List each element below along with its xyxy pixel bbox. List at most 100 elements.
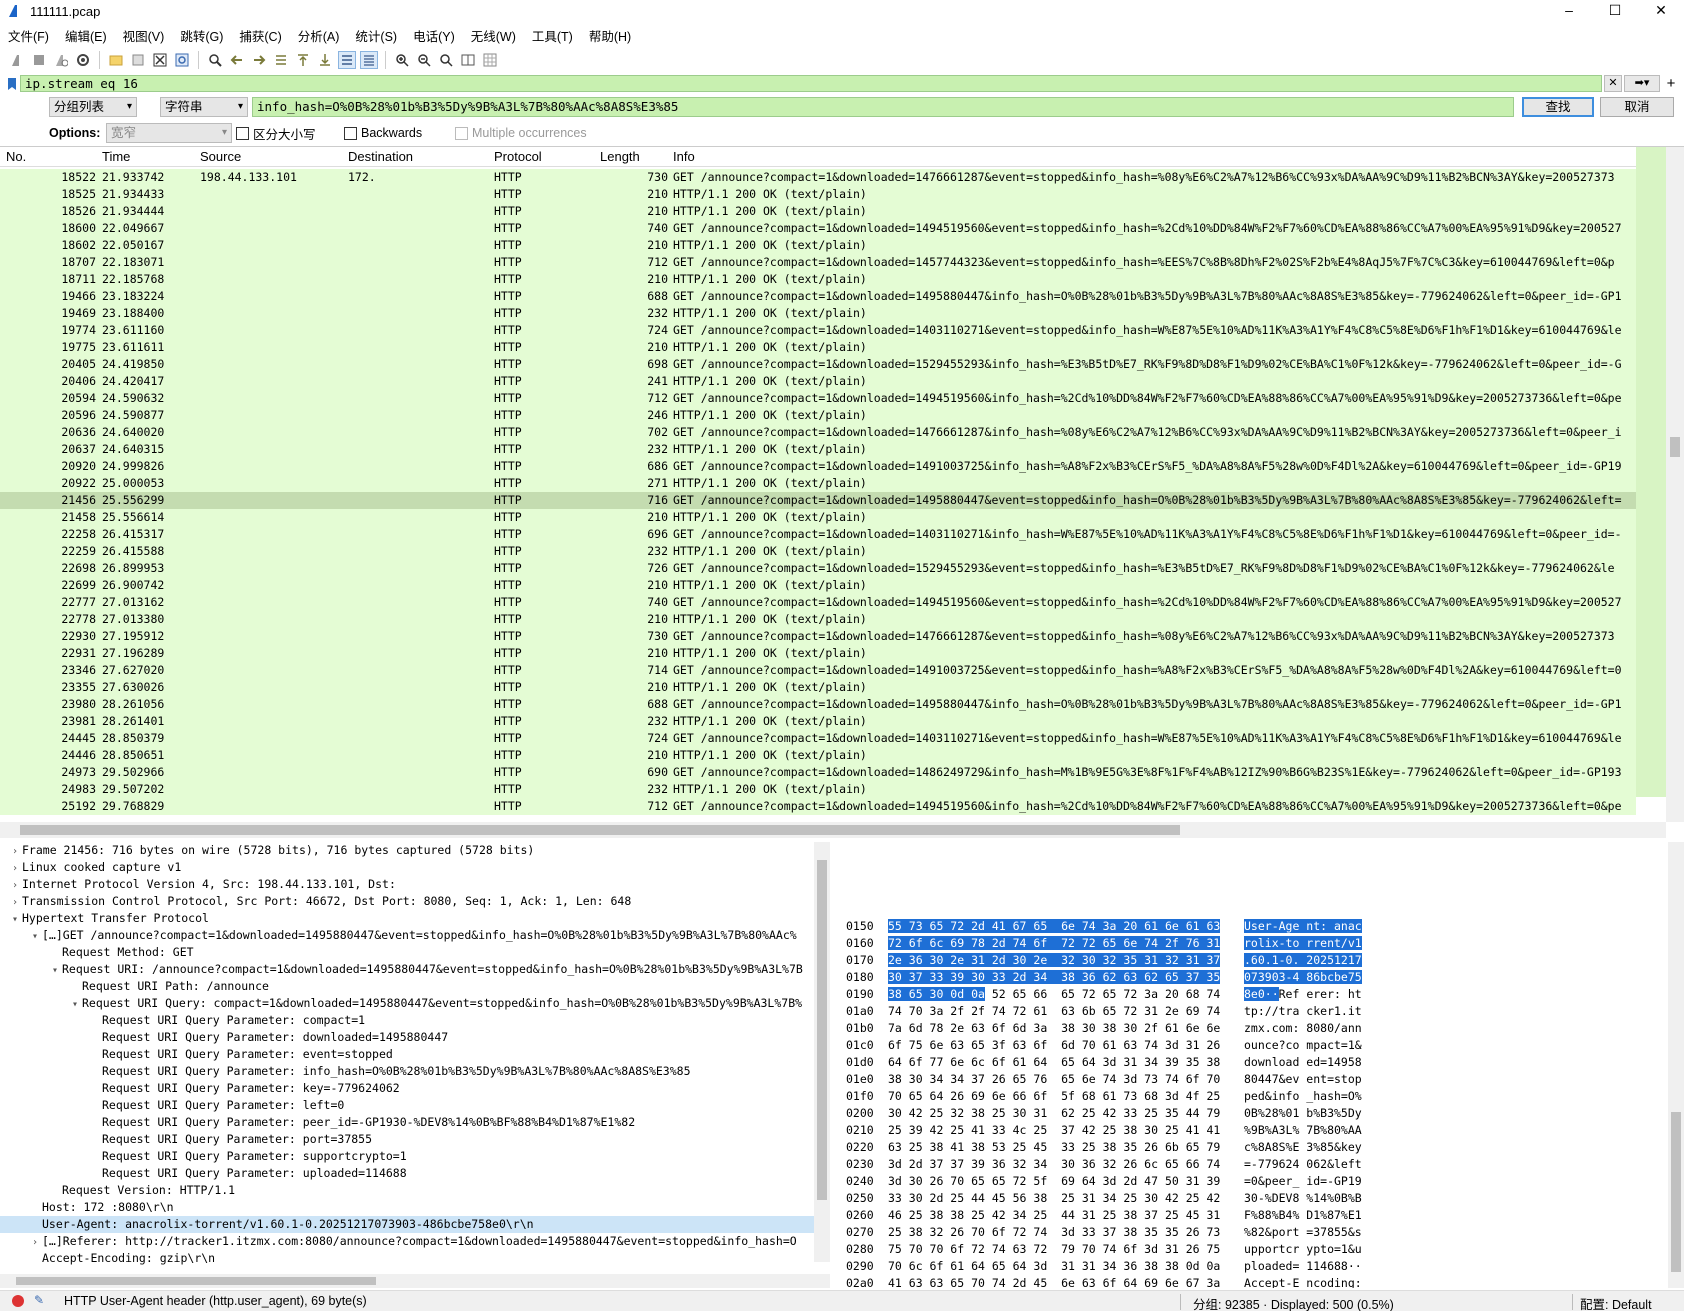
detail-row[interactable]: Request URI Query Parameter: port=37855 [0,1131,830,1148]
packet-row[interactable]: 20405 24.419850 HTTP 698 GET /announce?compa… [0,356,1636,373]
detail-row[interactable]: Request URI Query Parameter: downloaded=… [0,1029,830,1046]
byte-ascii[interactable]: ploaded= 114688·· [1244,1258,1362,1275]
packet-row[interactable]: 19469 23.188400 HTTP 232 HTTP/1.1 200 OK (te… [0,305,1636,322]
column-header-protocol[interactable]: Protocol [494,149,542,164]
chevron-down-icon[interactable]: ▾ [28,928,42,945]
packet-row[interactable]: 24973 29.502966 HTTP 690 GET /announce?compa… [0,764,1636,781]
reload-icon[interactable] [173,51,191,69]
chevron-down-icon[interactable]: ▾ [8,911,22,928]
byte-hex[interactable]: 33 30 2d 25 44 45 56 38 25 31 34 25 30 4… [888,1190,1220,1207]
detail-row[interactable]: Request URI Query Parameter: info_hash=O… [0,1063,830,1080]
expert-info-icon[interactable] [12,1295,24,1307]
restart-icon[interactable] [52,51,70,69]
chevron-right-icon[interactable]: › [8,894,22,911]
chevron-right-icon[interactable]: › [28,1234,42,1251]
find-input[interactable]: info_hash=O%0B%28%01b%B3%5Dy%9B%A3L%7B%8… [252,97,1514,117]
search-in-select[interactable]: 分组列表 ▾ [49,97,137,117]
packet-row[interactable]: 20594 24.590632 HTTP 712 GET /announce?compa… [0,390,1636,407]
packet-row[interactable]: 22931 27.196289 HTTP 210 HTTP/1.1 200 OK (te… [0,645,1636,662]
byte-ascii[interactable]: 30-%DEV8 %14%0B%B [1244,1190,1362,1207]
byte-hex[interactable]: 72 6f 6c 69 78 2d 74 6f 72 72 65 6e 74 2… [888,935,1221,952]
packet-row[interactable]: 18707 22.183071 HTTP 712 GET /announce?compa… [0,254,1636,271]
scroll-thumb[interactable] [16,1277,376,1285]
detail-row[interactable]: › Transmission Control Protocol, Src Port… [0,893,830,910]
packet-row[interactable]: 20920 24.999826 HTTP 686 GET /announce?compa… [0,458,1636,475]
menu-tools[interactable]: 工具(T) [532,26,573,45]
search-type-select[interactable]: 字符串 ▾ [160,97,248,117]
menu-telephony[interactable]: 电话(Y) [413,26,455,45]
byte-ascii[interactable]: =-779624 062&left [1244,1156,1362,1173]
detail-row[interactable]: Host: 172 :8080\r\n [0,1199,830,1216]
byte-hex[interactable]: 30 42 25 32 38 25 30 31 62 25 42 33 25 3… [888,1105,1220,1122]
packet-row[interactable]: 18522 21.933742 198.44.133.101 172. HTTP 730 G… [0,169,1636,186]
byte-ascii[interactable]: .60.1-0. 20251217 [1244,952,1362,969]
menu-analyze[interactable]: 分析(A) [298,26,340,45]
edit-comment-icon[interactable]: ✎ [34,1293,44,1307]
byte-ascii[interactable]: =0&peer_ id=-GP19 [1244,1173,1362,1190]
packet-row[interactable]: 20922 25.000053 HTTP 271 HTTP/1.1 200 OK (te… [0,475,1636,492]
open-folder-icon[interactable] [107,51,125,69]
bytes-scrollbar[interactable] [1668,842,1684,1288]
packet-bytes-pane[interactable]: 0150 55 73 65 72 2d 41 67 65 6e 74 3a 20 … [838,842,1684,1288]
packet-row[interactable]: 24446 28.850651 HTTP 210 HTTP/1.1 200 OK (te… [0,747,1636,764]
scroll-thumb[interactable] [817,860,827,1200]
detail-row[interactable]: Request Version: HTTP/1.1 [0,1182,830,1199]
stop-icon[interactable] [30,51,48,69]
menu-capture[interactable]: 捕获(C) [239,26,281,45]
forward-arrow-icon[interactable] [250,51,268,69]
byte-ascii[interactable]: %82&port =37855&s [1244,1224,1362,1241]
byte-ascii[interactable]: tp://tra cker1.it [1244,1003,1362,1020]
options-gear-icon[interactable] [74,51,92,69]
packet-row[interactable]: 18526 21.934444 HTTP 210 HTTP/1.1 200 OK (te… [0,203,1636,220]
menu-edit[interactable]: 编辑(E) [65,26,107,45]
packet-row[interactable]: 24445 28.850379 HTTP 724 GET /announce?compa… [0,730,1636,747]
menu-help[interactable]: 帮助(H) [589,26,631,45]
scroll-thumb[interactable] [20,825,1180,835]
packet-row[interactable]: 22258 26.415317 HTTP 696 GET /announce?compa… [0,526,1636,543]
menu-view[interactable]: 视图(V) [123,26,165,45]
detail-row[interactable]: Request URI Query Parameter: event=stopp… [0,1046,830,1063]
packet-row[interactable]: 23981 28.261401 HTTP 232 HTTP/1.1 200 OK (te… [0,713,1636,730]
apply-filter-icon[interactable]: ➡▾ [1624,75,1660,92]
zoom-in-icon[interactable] [393,51,411,69]
detail-row[interactable]: Request Method: GET [0,944,830,961]
byte-hex[interactable]: 30 37 33 39 30 33 2d 34 38 36 62 63 62 6… [888,969,1221,986]
byte-ascii[interactable]: 80447&ev ent=stop [1244,1071,1362,1088]
byte-hex[interactable]: 2e 36 30 2e 31 2d 30 2e 32 30 32 35 31 3… [888,952,1221,969]
details-scrollbar[interactable] [814,842,830,1262]
detail-row[interactable]: Request URI Query Parameter: compact=1 [0,1012,830,1029]
detail-row[interactable]: › […]Referer: http://tracker1.itzmx.com:8… [0,1233,830,1250]
packet-row[interactable]: 22778 27.013380 HTTP 210 HTTP/1.1 200 OK (te… [0,611,1636,628]
detail-row[interactable]: Request URI Path: /announce [0,978,830,995]
byte-hex[interactable]: 25 39 42 25 41 33 4c 25 37 42 25 38 30 2… [888,1122,1220,1139]
scroll-thumb[interactable] [1671,1112,1681,1272]
byte-ascii[interactable]: F%88%B4% D1%87%E1 [1244,1207,1362,1224]
detail-row[interactable]: User-Agent: anacrolix-torrent/v1.60.1-0.… [0,1216,830,1233]
menu-file[interactable]: 文件(F) [8,26,49,45]
column-header-destination[interactable]: Destination [348,149,413,164]
save-file-icon[interactable] [129,51,147,69]
packet-row[interactable]: 22777 27.013162 HTTP 740 GET /announce?compa… [0,594,1636,611]
byte-hex[interactable]: 25 38 32 26 70 6f 72 74 3d 33 37 38 35 3… [888,1224,1220,1241]
detail-row[interactable]: Request URI Query Parameter: key=-779624… [0,1080,830,1097]
packet-row[interactable]: 21456 25.556299 HTTP 716 GET /announce?compa… [0,492,1636,509]
details-hscrollbar[interactable] [0,1274,830,1288]
packet-row[interactable]: 18711 22.185768 HTTP 210 HTTP/1.1 200 OK (te… [0,271,1636,288]
byte-hex[interactable]: 7a 6d 78 2e 63 6f 6d 3a 38 30 38 30 2f 6… [888,1020,1220,1037]
clear-filter-icon[interactable]: ✕ [1604,75,1622,92]
chevron-right-icon[interactable]: › [8,877,22,894]
detail-row[interactable]: › Internet Protocol Version 4, Src: 198.4… [0,876,830,893]
packet-row[interactable]: 20596 24.590877 HTTP 246 HTTP/1.1 200 OK (te… [0,407,1636,424]
detail-row[interactable]: Request URI Query Parameter: uploaded=11… [0,1165,830,1182]
byte-ascii[interactable]: c%8A8S%E 3%85&key [1244,1139,1362,1156]
byte-hex[interactable]: 64 6f 77 6e 6c 6f 61 64 65 64 3d 31 34 3… [888,1054,1220,1071]
byte-hex[interactable]: 38 65 30 0d 0a 52 65 66 65 72 65 72 3a 2… [888,986,1220,1003]
byte-hex[interactable]: 63 25 38 41 38 53 25 45 33 25 38 35 26 6… [888,1139,1220,1156]
packet-row[interactable]: 20637 24.640315 HTTP 232 HTTP/1.1 200 OK (te… [0,441,1636,458]
layout-icon[interactable] [481,51,499,69]
case-sensitive-checkbox[interactable]: 区分大小写 [236,124,316,143]
packet-row[interactable]: 20406 24.420417 HTTP 241 HTTP/1.1 200 OK (te… [0,373,1636,390]
packet-row[interactable]: 22930 27.195912 HTTP 730 GET /announce?compa… [0,628,1636,645]
back-arrow-icon[interactable] [228,51,246,69]
detail-row[interactable]: Request URI Query Parameter: left=0 [0,1097,830,1114]
